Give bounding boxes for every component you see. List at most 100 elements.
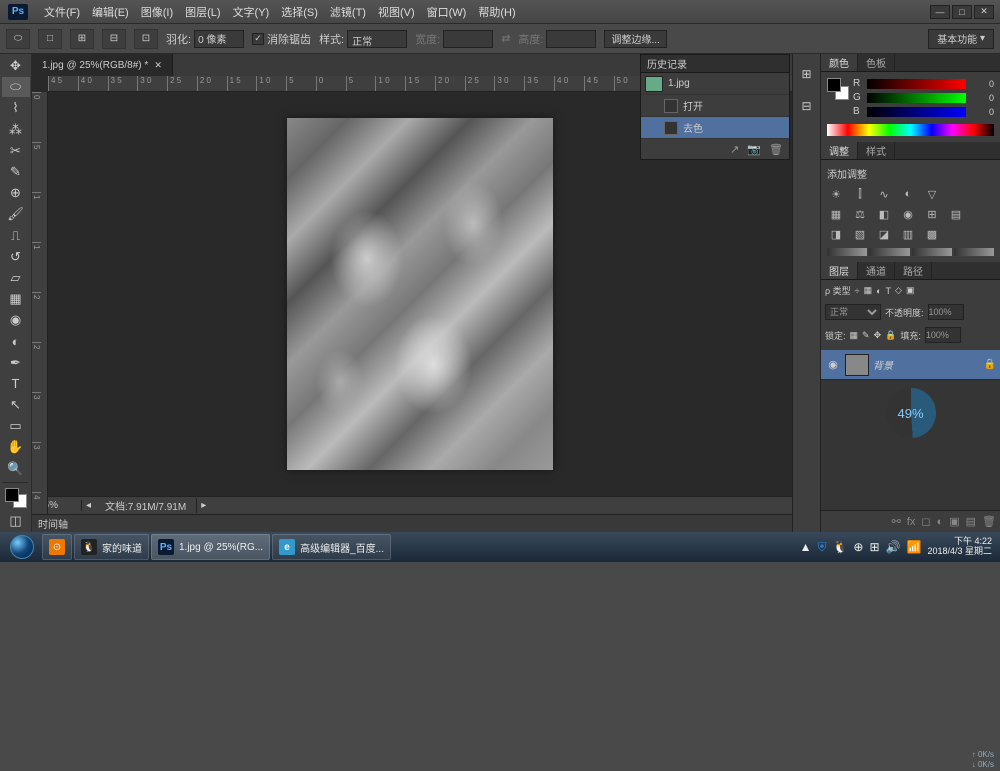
- tray-icon[interactable]: ▲: [800, 540, 812, 554]
- color-swatch[interactable]: [5, 488, 27, 508]
- adj-balance-icon[interactable]: ⚖: [851, 206, 869, 222]
- layer-item[interactable]: ◉ 背景 🔒: [821, 350, 1000, 380]
- menu-layer[interactable]: 图层(L): [179, 4, 226, 20]
- delete-icon[interactable]: 🗑: [769, 143, 783, 156]
- trash-icon[interactable]: 🗑: [982, 515, 996, 528]
- timeline-panel[interactable]: 时间轴: [32, 514, 792, 532]
- taskbar-clock[interactable]: 下午 4:222018/4/3 星期二: [927, 537, 996, 557]
- zoom-tool-icon[interactable]: 🔍: [2, 459, 30, 479]
- link-icon[interactable]: ⚯: [892, 515, 901, 528]
- panel-icon-1[interactable]: ⊞: [797, 64, 817, 84]
- minimize-button[interactable]: —: [930, 5, 950, 19]
- filter-type-icon[interactable]: T: [886, 286, 892, 296]
- filter-shape-icon[interactable]: ◇: [895, 285, 902, 296]
- type-tool-icon[interactable]: T: [2, 374, 30, 394]
- scroll-left-icon[interactable]: ◂: [82, 500, 95, 511]
- group-icon[interactable]: ▣: [949, 515, 959, 528]
- heal-tool-icon[interactable]: ⊕: [2, 183, 30, 203]
- adj-photo-icon[interactable]: ◉: [899, 206, 917, 222]
- adj-mixer-icon[interactable]: ⊞: [923, 206, 941, 222]
- lock-pixels-icon[interactable]: ✎: [862, 330, 870, 341]
- adj-exposure-icon[interactable]: ◐: [899, 186, 917, 202]
- menu-type[interactable]: 文字(Y): [227, 4, 276, 20]
- move-tool-icon[interactable]: ✥: [2, 56, 30, 76]
- menu-window[interactable]: 窗口(W): [421, 4, 473, 20]
- style-select[interactable]: 正常: [347, 30, 407, 48]
- taskbar-item[interactable]: Ps1.jpg @ 25%(RG...: [151, 534, 270, 560]
- adj-curves-icon[interactable]: ∿: [875, 186, 893, 202]
- lock-all-icon[interactable]: 🔒: [885, 330, 896, 341]
- spectrum-bar[interactable]: [827, 124, 994, 136]
- doc-info[interactable]: 文档:7.91M/7.91M: [95, 498, 197, 513]
- quickmask-icon[interactable]: ◫: [2, 511, 30, 531]
- tab-paths[interactable]: 路径: [895, 262, 932, 279]
- history-step[interactable]: 打开: [641, 95, 789, 117]
- adj-selcolor-icon[interactable]: ▩: [923, 226, 941, 242]
- mask-icon[interactable]: ◻: [921, 515, 930, 528]
- tab-color[interactable]: 颜色: [821, 54, 858, 71]
- tint-widget[interactable]: 49%: [886, 388, 936, 438]
- new-doc-icon[interactable]: ↗: [730, 143, 739, 156]
- fx-icon[interactable]: fx: [907, 516, 916, 528]
- adj-lookup-icon[interactable]: ▤: [947, 206, 965, 222]
- panel-icon-2[interactable]: ⊟: [797, 96, 817, 116]
- opacity-input[interactable]: [928, 304, 964, 320]
- layer-thumbnail[interactable]: [845, 354, 869, 376]
- lasso-tool-icon[interactable]: ⌇: [2, 98, 30, 118]
- feather-input[interactable]: [194, 30, 244, 48]
- fill-input[interactable]: [925, 327, 961, 343]
- tab-close-icon[interactable]: ✕: [154, 60, 162, 71]
- tab-swatches[interactable]: 色板: [858, 54, 895, 71]
- adj-hue-icon[interactable]: ▦: [827, 206, 845, 222]
- close-button[interactable]: ✕: [974, 5, 994, 19]
- taskbar-item[interactable]: ⊙: [42, 534, 72, 560]
- refine-edge-button[interactable]: 调整边缘...: [604, 30, 666, 48]
- gradient-tool-icon[interactable]: ▦: [2, 289, 30, 309]
- b-slider[interactable]: [867, 107, 966, 117]
- blur-tool-icon[interactable]: ◉: [2, 310, 30, 330]
- workspace-select[interactable]: 基本功能 ▾: [928, 29, 994, 49]
- adj-invert-icon[interactable]: ◨: [827, 226, 845, 242]
- lock-trans-icon[interactable]: ▦: [850, 330, 859, 341]
- g-slider[interactable]: [867, 93, 966, 103]
- history-document[interactable]: 1.jpg: [641, 73, 789, 95]
- menu-help[interactable]: 帮助(H): [472, 4, 521, 20]
- filter-adjust-icon[interactable]: ◐: [876, 286, 881, 296]
- adj-bw-icon[interactable]: ◧: [875, 206, 893, 222]
- eraser-tool-icon[interactable]: ▱: [2, 268, 30, 288]
- pen-tool-icon[interactable]: ✒: [2, 353, 30, 373]
- marquee-tool-icon[interactable]: ⬭: [2, 77, 30, 97]
- path-tool-icon[interactable]: ↖: [2, 395, 30, 415]
- tool-preset-icon[interactable]: ⬭: [6, 29, 30, 49]
- adj-map-icon[interactable]: ▥: [899, 226, 917, 242]
- history-title[interactable]: 历史记录: [641, 55, 789, 73]
- menu-view[interactable]: 视图(V): [372, 4, 421, 20]
- hand-tool-icon[interactable]: ✋: [2, 437, 30, 457]
- tray-signal-icon[interactable]: 📶: [907, 540, 922, 554]
- ruler-vertical[interactable]: 051122334: [32, 92, 48, 514]
- adj-threshold-icon[interactable]: ◪: [875, 226, 893, 242]
- shape-tool-icon[interactable]: ▭: [2, 416, 30, 436]
- tab-channels[interactable]: 通道: [858, 262, 895, 279]
- taskbar-item[interactable]: 🐧家的味道: [74, 534, 149, 560]
- adj-poster-icon[interactable]: ▧: [851, 226, 869, 242]
- menu-select[interactable]: 选择(S): [275, 4, 324, 20]
- maximize-button[interactable]: □: [952, 5, 972, 19]
- adj-brightness-icon[interactable]: ☀: [827, 186, 845, 202]
- color-preview[interactable]: [827, 78, 849, 100]
- tray-volume-icon[interactable]: 🔊: [886, 540, 901, 554]
- antialias-checkbox[interactable]: ✓: [252, 33, 264, 45]
- adj-layer-icon[interactable]: ◐: [937, 516, 944, 528]
- layer-name[interactable]: 背景: [873, 357, 984, 372]
- selection-mode-int-icon[interactable]: ⊡: [134, 29, 158, 49]
- selection-mode-sub-icon[interactable]: ⊟: [102, 29, 126, 49]
- document-tab[interactable]: 1.jpg @ 25%(RGB/8#) *✕: [32, 54, 173, 76]
- tray-shield-icon[interactable]: ⛨: [817, 540, 826, 555]
- tab-styles[interactable]: 样式: [858, 142, 895, 159]
- new-layer-icon[interactable]: ▤: [966, 515, 976, 528]
- menu-file[interactable]: 文件(F): [38, 4, 86, 20]
- history-brush-tool-icon[interactable]: ↺: [2, 247, 30, 267]
- stamp-tool-icon[interactable]: ⎍: [2, 226, 30, 246]
- selection-mode-add-icon[interactable]: ⊞: [70, 29, 94, 49]
- taskbar-item[interactable]: e高级编辑器_百度...: [272, 534, 391, 560]
